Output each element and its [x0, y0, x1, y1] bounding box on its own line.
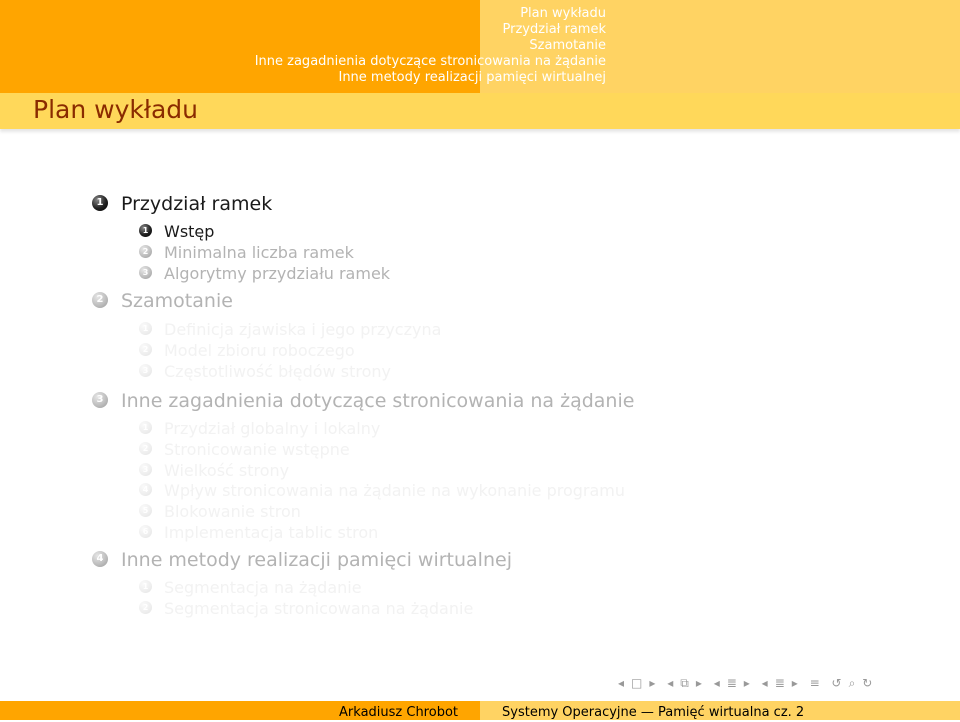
arrow-right-icon[interactable]: ▸ — [649, 676, 656, 690]
toc-subsection-label: Blokowanie stron — [164, 502, 301, 521]
section-icon[interactable]: ≣ — [775, 676, 786, 690]
subsection-ball-icon: 3 — [139, 463, 152, 476]
toc-subsection-label: Przydział globalny i lokalny — [164, 419, 381, 438]
subsection-ball-icon: 2 — [139, 442, 152, 455]
arrow-right-icon[interactable]: ▸ — [792, 676, 799, 690]
subsection-ball-icon: 1 — [139, 580, 152, 593]
subsection-ball-icon: 2 — [139, 343, 152, 356]
section-ball-icon: 1 — [92, 194, 108, 211]
toc-subsection-label: Definicja zjawiska i jego przyczyna — [164, 320, 442, 339]
section-ball-icon: 4 — [92, 550, 108, 567]
toc-subsection-label: Minimalna liczba ramek — [164, 243, 354, 262]
subsection-ball-icon: 5 — [139, 504, 152, 517]
search-forward-icon[interactable]: ↻ — [862, 676, 873, 690]
arrow-right-icon[interactable]: ▸ — [696, 676, 703, 690]
arrow-left-icon[interactable]: ◂ — [667, 676, 674, 690]
toc-subsection-3-1[interactable]: 1 Przydział globalny i lokalny — [139, 419, 380, 439]
toc-subsection-3-6[interactable]: 6 Implementacja tablic stron — [139, 523, 378, 543]
toc-subsection-3-3[interactable]: 3 Wielkość strony — [139, 461, 289, 481]
section-icon[interactable]: ≣ — [727, 676, 738, 690]
toc-subsection-label: Segmentacja na żądanie — [164, 578, 362, 597]
frame-icon[interactable]: □ — [631, 676, 643, 690]
toc-subsection-3-5[interactable]: 5 Blokowanie stron — [139, 502, 301, 522]
align-icon[interactable]: ≡ — [810, 676, 821, 690]
toc-subsection-label: Segmentacja stronicowana na żądanie — [164, 599, 474, 618]
toc-subsection-3-4[interactable]: 4 Wpływ stronicowania na żądanie na wykon… — [139, 481, 625, 501]
footer-title: Systemy Operacyjne — Pamięć wirtualna cz… — [502, 705, 805, 720]
subsection-ball-icon: 1 — [139, 421, 152, 434]
toc-subsection-label: Częstotliwość błędów strony — [164, 362, 391, 381]
toc-subsection-label: Wpływ stronicowania na żądanie na wykona… — [164, 481, 626, 500]
toc-subsection-label: Algorytmy przydziału ramek — [164, 264, 391, 283]
subsection-ball-icon: 1 — [139, 322, 152, 335]
toc-subsection-2-3[interactable]: 3 Częstotliwość błędów strony — [139, 362, 391, 382]
subsection-ball-icon: 1 — [139, 224, 152, 237]
toc-subsection-1-1[interactable]: 1 Wstęp — [139, 222, 214, 242]
toc-subsection-1-2[interactable]: 2 Minimalna liczba ramek — [139, 243, 354, 263]
subsection-icon[interactable]: ⧉ — [680, 676, 690, 690]
subsection-ball-icon: 6 — [139, 525, 152, 538]
beamer-navigation-controls: ◂ □ ▸ ◂ ⧉ ▸ ◂ ≣ ▸ ◂ ≣ ▸ ≡ ↺ ⌕ ↻ — [618, 676, 954, 694]
toc-section-3[interactable]: 3 Inne zagadnienia dotyczące stronicowani… — [92, 390, 634, 412]
arrow-left-icon[interactable]: ◂ — [762, 676, 769, 690]
arrow-left-icon[interactable]: ◂ — [714, 676, 721, 690]
section-ball-icon: 2 — [92, 291, 108, 308]
toc-subsection-4-2[interactable]: 2 Segmentacja stronicowana na żądanie — [139, 599, 473, 619]
toc-subsection-2-2[interactable]: 2 Model zbioru roboczego — [139, 341, 355, 361]
subsection-ball-icon: 2 — [139, 245, 152, 258]
arrow-right-icon[interactable]: ▸ — [744, 676, 751, 690]
toc-subsection-4-1[interactable]: 1 Segmentacja na żądanie — [139, 578, 362, 598]
toc-section-2[interactable]: 2 Szamotanie — [92, 290, 233, 312]
toc-section-label: Inne metody realizacji pamięci wirtualne… — [121, 549, 512, 571]
subsection-ball-icon: 3 — [139, 364, 152, 377]
toc-subsection-1-3[interactable]: 3 Algorytmy przydziału ramek — [139, 264, 390, 284]
toc-subsection-label: Implementacja tablic stron — [164, 523, 379, 542]
toc-subsection-label: Model zbioru roboczego — [164, 341, 355, 360]
subsection-ball-icon: 4 — [139, 483, 152, 496]
toc-subsection-label: Stronicowanie wstępne — [164, 440, 350, 459]
footer-right-panel: Systemy Operacyjne — Pamięć wirtualna cz… — [480, 701, 960, 720]
toc-section-1[interactable]: 1 Przydział ramek — [92, 193, 272, 215]
toc-section-label: Szamotanie — [121, 290, 233, 312]
toc-subsection-2-1[interactable]: 1 Definicja zjawiska i jego przyczyna — [139, 320, 441, 340]
section-ball-icon: 3 — [92, 391, 108, 408]
search-icon[interactable]: ⌕ — [849, 676, 857, 690]
toc-section-4[interactable]: 4 Inne metody realizacji pamięci wirtualn… — [92, 549, 512, 571]
arrow-left-icon[interactable]: ◂ — [618, 676, 625, 690]
toc-section-label: Inne zagadnienia dotyczące stronicowania… — [121, 390, 635, 412]
subsection-ball-icon: 3 — [139, 266, 152, 279]
table-of-contents: 1 Przydział ramek 1 Wstęp 2 Minimalna liczb… — [0, 0, 960, 650]
footer-bar: Arkadiusz Chrobot Systemy Operacyjne — P… — [0, 701, 960, 720]
toc-subsection-label: Wielkość strony — [164, 461, 290, 480]
footer-author: Arkadiusz Chrobot — [339, 705, 458, 720]
footer-left-panel: Arkadiusz Chrobot — [0, 701, 480, 720]
toc-subsection-3-2[interactable]: 2 Stronicowanie wstępne — [139, 440, 350, 460]
toc-section-label: Przydział ramek — [121, 193, 273, 215]
subsection-ball-icon: 2 — [139, 601, 152, 614]
toc-subsection-label: Wstęp — [164, 222, 215, 241]
search-back-icon[interactable]: ↺ — [832, 676, 843, 690]
